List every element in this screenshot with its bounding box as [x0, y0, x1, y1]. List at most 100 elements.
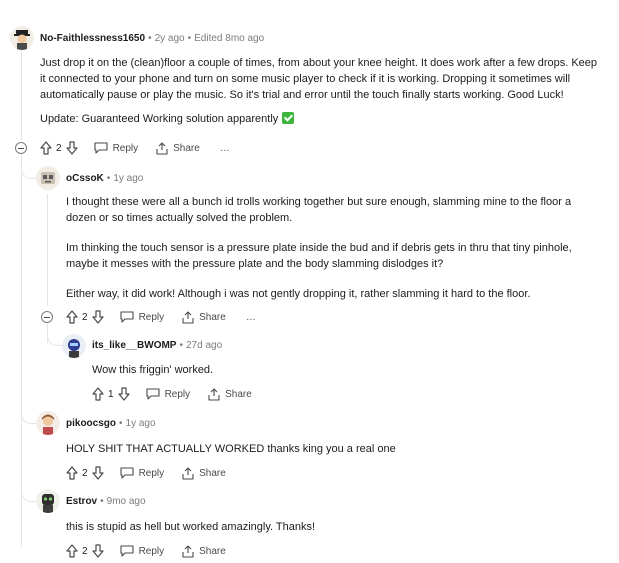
- share-button[interactable]: Share: [182, 466, 226, 480]
- reply-button[interactable]: Reply: [120, 467, 164, 479]
- downvote-button[interactable]: [91, 544, 104, 558]
- timestamp[interactable]: 2y ago: [155, 33, 185, 44]
- downvote-button[interactable]: [91, 466, 104, 480]
- vote-count: 1: [108, 388, 114, 400]
- collapse-button[interactable]: [15, 142, 27, 154]
- avatar[interactable]: [36, 166, 60, 190]
- share-label: Share: [199, 311, 226, 323]
- comment-text: Just drop it on the (clean)floor a coupl…: [40, 57, 598, 101]
- upvote-button[interactable]: [66, 310, 78, 324]
- upvote-button[interactable]: [92, 387, 104, 401]
- comment-meta: Estrov • 9mo ago: [66, 496, 146, 507]
- downvote-button[interactable]: [91, 310, 104, 324]
- upvote-icon: [66, 466, 78, 480]
- upvote-icon: [66, 310, 78, 324]
- comment-meta: No-Faithlessness1650 • 2y ago • Edited 8mo a…: [40, 33, 265, 44]
- more-options-button[interactable]: …: [246, 312, 256, 323]
- vote-count: 2: [82, 545, 88, 557]
- comment-bubble-icon: [120, 467, 134, 479]
- check-mark-icon: [282, 112, 295, 124]
- avatar[interactable]: [36, 489, 60, 513]
- timestamp[interactable]: 1y ago: [113, 173, 143, 184]
- avatar[interactable]: [36, 411, 60, 435]
- timestamp[interactable]: 1y ago: [126, 418, 156, 429]
- avatar-icon: [10, 26, 34, 50]
- reply-button[interactable]: Reply: [146, 388, 191, 400]
- comment-text: HOLY SHIT THAT ACTUALLY WORKED thanks ki…: [66, 443, 396, 455]
- thread-line: [21, 50, 22, 140]
- reply-button[interactable]: Reply: [120, 545, 164, 557]
- username[interactable]: oCssoK: [66, 173, 104, 184]
- comment-body: this is stupid as hell but worked amazin…: [66, 519, 601, 535]
- upvote-icon: [40, 141, 52, 155]
- more-options-icon: …: [219, 142, 230, 154]
- thread-connector: [47, 323, 62, 346]
- upvote-button[interactable]: [66, 466, 78, 480]
- comment-paragraph: Im thinking the touch sensor is a pressu…: [66, 242, 572, 270]
- username[interactable]: pikoocsgo: [66, 418, 116, 429]
- more-options-button[interactable]: …: [220, 143, 230, 154]
- comment-bubble-icon: [120, 545, 134, 557]
- reply-label: Reply: [138, 311, 165, 323]
- username[interactable]: No-Faithlessness1650: [40, 33, 145, 44]
- vote-count: 2: [56, 142, 62, 154]
- vote-count: 2: [82, 311, 88, 323]
- comment-meta: pikoocsgo • 1y ago: [66, 418, 156, 429]
- upvote-icon: [66, 544, 78, 558]
- downvote-button[interactable]: [65, 141, 78, 155]
- share-label: Share: [173, 142, 200, 154]
- comment-actions: 2 Reply Share …: [66, 309, 256, 325]
- share-button[interactable]: Share: [182, 310, 226, 324]
- vote-count: 2: [82, 467, 88, 479]
- thread-line: [47, 194, 48, 306]
- comment-bubble-icon: [146, 388, 160, 400]
- share-icon: [208, 387, 220, 401]
- comment-actions: 2 Reply Share …: [40, 140, 230, 156]
- downvote-icon: [65, 141, 78, 155]
- comment-meta: oCssoK • 1y ago: [66, 173, 144, 184]
- share-button[interactable]: Share: [156, 141, 200, 155]
- avatar-icon: [62, 334, 86, 358]
- share-icon: [182, 544, 194, 558]
- share-icon: [182, 466, 194, 480]
- reply-button[interactable]: Reply: [120, 311, 165, 323]
- share-button[interactable]: Share: [182, 544, 226, 558]
- share-button[interactable]: Share: [208, 387, 252, 401]
- comment-meta: its_like__BWOMP • 27d ago: [92, 340, 223, 351]
- username[interactable]: its_like__BWOMP: [92, 340, 176, 351]
- avatar-icon: [36, 411, 60, 435]
- comment-paragraph: I thought these were all a bunch id trol…: [66, 196, 572, 224]
- reply-label: Reply: [164, 388, 191, 400]
- comment-body: Just drop it on the (clean)floor a coupl…: [40, 55, 600, 127]
- comment-bubble-icon: [94, 142, 108, 154]
- comment-bubble-icon: [120, 311, 134, 323]
- avatar-icon: [36, 166, 60, 190]
- comment-paragraph: Either way, it did work! Although i was …: [66, 288, 531, 300]
- thread-connector: [21, 473, 36, 502]
- collapse-button[interactable]: [41, 311, 53, 323]
- username[interactable]: Estrov: [66, 496, 97, 507]
- reply-button[interactable]: Reply: [94, 142, 139, 154]
- upvote-icon: [92, 387, 104, 401]
- comment-text: Wow this friggin' worked.: [92, 364, 214, 376]
- timestamp[interactable]: 27d ago: [186, 340, 222, 351]
- comment-actions: 2 Reply Share: [66, 543, 226, 559]
- downvote-button[interactable]: [117, 387, 130, 401]
- downvote-icon: [117, 387, 130, 401]
- share-icon: [156, 141, 168, 155]
- comment-actions: 1 Reply Share: [92, 386, 252, 402]
- upvote-button[interactable]: [66, 544, 78, 558]
- timestamp[interactable]: 9mo ago: [107, 496, 146, 507]
- comment-body: I thought these were all a bunch id trol…: [66, 194, 601, 302]
- avatar-icon: [36, 489, 60, 513]
- avatar[interactable]: [62, 334, 86, 358]
- downvote-icon: [91, 310, 104, 324]
- reply-label: Reply: [112, 142, 139, 154]
- comment-actions: 2 Reply Share: [66, 465, 226, 481]
- upvote-button[interactable]: [40, 141, 52, 155]
- more-options-icon: …: [245, 311, 256, 323]
- downvote-icon: [91, 544, 104, 558]
- avatar[interactable]: [10, 26, 34, 50]
- thread-connector: [21, 150, 36, 179]
- thread-connector: [21, 395, 36, 424]
